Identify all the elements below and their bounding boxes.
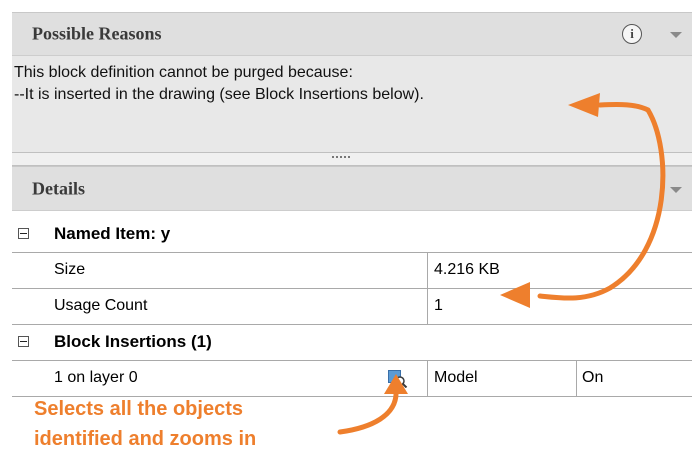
collapse-icon[interactable] — [18, 228, 29, 239]
chevron-down-icon[interactable] — [670, 32, 682, 38]
property-name: Usage Count — [54, 297, 148, 314]
property-row-size[interactable]: Size 4.216 KB — [12, 253, 692, 289]
info-icon[interactable]: i — [622, 24, 642, 44]
possible-reasons-header[interactable]: Possible Reasons i — [12, 12, 692, 56]
category-label: Block Insertions (1) — [54, 332, 212, 351]
possible-reasons-title: Possible Reasons — [32, 23, 162, 44]
reason-line-2: --It is inserted in the drawing (see Blo… — [14, 86, 424, 103]
zoom-to-object-icon[interactable] — [388, 370, 408, 388]
details-title: Details — [32, 178, 85, 198]
collapse-icon[interactable] — [18, 336, 29, 347]
insertion-name: 1 on layer 0 — [54, 369, 138, 386]
insertion-state: On — [582, 369, 604, 386]
panel-splitter[interactable] — [12, 152, 692, 166]
category-label: Named Item: y — [54, 224, 171, 243]
category-row-block-insertions[interactable]: Block Insertions (1) — [12, 325, 692, 361]
annotation-line-1: Selects all the objects — [34, 398, 243, 420]
splitter-grip — [332, 156, 350, 158]
property-value: 4.216 KB — [427, 253, 500, 288]
property-name: Size — [54, 261, 86, 278]
property-value: 1 — [427, 289, 443, 324]
annotation-line-2: identified and zooms in — [34, 428, 257, 450]
possible-reasons-body: This block definition cannot be purged b… — [12, 56, 692, 152]
details-header[interactable]: Details — [12, 166, 692, 211]
chevron-down-icon[interactable] — [670, 187, 682, 193]
block-insertion-row[interactable]: 1 on layer 0 Model On — [12, 361, 692, 397]
cell-divider — [576, 361, 577, 396]
reason-line-1: This block definition cannot be purged b… — [14, 64, 353, 81]
category-row-named-item[interactable]: Named Item: y — [12, 217, 692, 253]
property-row-usage-count[interactable]: Usage Count 1 — [12, 289, 692, 325]
insertion-space: Model — [427, 361, 478, 396]
